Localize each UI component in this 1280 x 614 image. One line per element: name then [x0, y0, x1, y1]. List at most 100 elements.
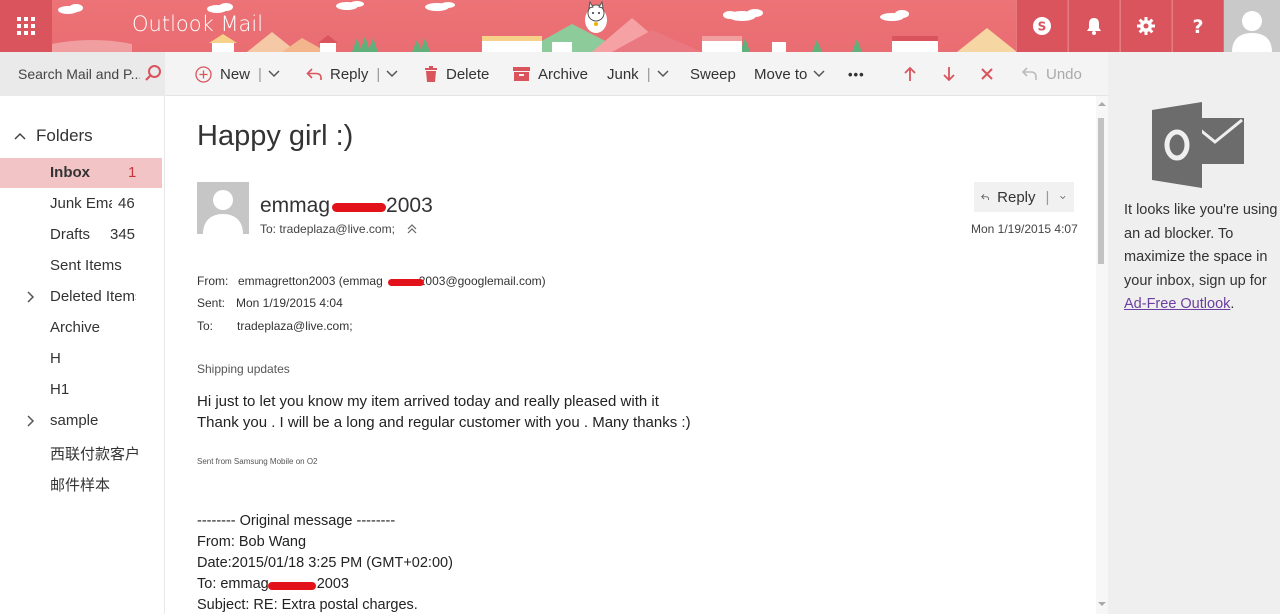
skype-icon: S	[1033, 17, 1051, 35]
arrow-up-icon	[904, 66, 916, 81]
redaction-mark	[268, 582, 316, 590]
folder-item-mail-samples[interactable]: 邮件样本	[0, 468, 162, 498]
folder-name: Archive	[50, 319, 101, 336]
search-icon[interactable]	[144, 64, 162, 82]
original-to-start: To: emmag	[197, 576, 269, 592]
chevron-down-icon[interactable]	[386, 70, 398, 78]
account-avatar-button[interactable]	[1224, 0, 1280, 52]
ad-blocker-text: It looks like you're using an ad blocker…	[1124, 202, 1278, 289]
original-from: From: Bob Wang	[197, 534, 307, 550]
reply-separator: |	[1045, 188, 1050, 206]
close-icon	[981, 68, 993, 80]
sweep-button[interactable]: Sweep	[690, 52, 736, 96]
folders-header[interactable]: Folders	[14, 126, 93, 146]
archive-icon	[513, 67, 530, 81]
previous-message-button[interactable]	[903, 52, 925, 96]
folder-item-junk[interactable]: Junk Ema 46	[0, 189, 162, 219]
scroll-up-arrow-icon[interactable]	[1097, 100, 1107, 108]
settings-button[interactable]	[1120, 0, 1171, 52]
folder-name: H1	[50, 381, 70, 398]
scrollbar-thumb[interactable]	[1098, 118, 1104, 264]
bell-icon	[1087, 18, 1101, 35]
chevron-down-icon[interactable]	[1060, 194, 1066, 201]
recipients-line: To: tradeplaza@live.com;	[260, 222, 395, 236]
sender-avatar	[197, 182, 249, 234]
folder-item-drafts[interactable]: Drafts 345	[0, 220, 162, 250]
reply-label: Reply	[330, 65, 369, 83]
chevron-right-icon[interactable]	[27, 415, 35, 427]
chevron-down-icon[interactable]	[268, 70, 280, 78]
search-box[interactable]: Search Mail and P...	[0, 52, 165, 96]
folder-item-h1[interactable]: H1	[0, 375, 162, 405]
toolbar-separator: |	[646, 65, 651, 83]
toolbar-separator: |	[258, 65, 262, 83]
body-line: Thank you . I will be a long and regular…	[197, 414, 691, 431]
chevron-up-icon	[14, 132, 26, 140]
notifications-button[interactable]	[1068, 0, 1119, 52]
folder-name: 邮件样本	[50, 477, 111, 494]
undo-label: Undo	[1046, 65, 1082, 83]
svg-text:S: S	[1038, 20, 1047, 34]
chevron-right-icon[interactable]	[27, 291, 35, 303]
move-to-label: Move to	[754, 65, 808, 83]
person-placeholder-icon	[203, 190, 243, 234]
redaction-mark	[388, 279, 424, 286]
sweep-label: Sweep	[690, 65, 736, 83]
app-title[interactable]: Outlook Mail	[132, 12, 263, 36]
scroll-down-arrow-icon[interactable]	[1097, 600, 1107, 608]
junk-button[interactable]: Junk |	[607, 52, 677, 96]
plus-circle-icon	[195, 65, 212, 83]
next-message-button[interactable]	[942, 52, 964, 96]
folder-name: Drafts	[50, 226, 91, 243]
expand-recipients-icon[interactable]	[407, 224, 417, 234]
app-launcher-button[interactable]	[0, 0, 52, 52]
folders-heading: Folders	[36, 126, 93, 145]
from-value-end: 2003@googlemail.com)	[418, 274, 546, 288]
sender-name-end: 2003	[386, 194, 433, 217]
original-date: Date:2015/01/18 3:25 PM (GMT+02:00)	[197, 555, 453, 571]
chevron-down-icon[interactable]	[657, 70, 669, 78]
original-to-end: 2003	[316, 576, 349, 592]
folder-count: 345	[110, 226, 136, 243]
folder-item-inbox[interactable]: Inbox 1	[0, 158, 162, 188]
message-date: Mon 1/19/2015 4:07	[971, 222, 1078, 236]
mobile-signature: Sent from Samsung Mobile on O2	[197, 457, 318, 466]
redaction-mark	[332, 203, 386, 212]
ad-pane: It looks like you're using an ad blocker…	[1108, 52, 1280, 614]
original-subject: Subject: RE: Extra postal charges.	[197, 597, 418, 613]
delete-button[interactable]: Delete	[424, 52, 489, 96]
close-message-button[interactable]	[980, 52, 1002, 96]
move-to-button[interactable]: Move to	[754, 52, 833, 96]
reading-pane: Happy girl :) emmag 2003 To: tradeplaza@l…	[166, 96, 1108, 614]
top-header: Outlook Mail S ?	[0, 0, 1280, 52]
folder-name: 西联付款客户	[50, 446, 141, 463]
folder-item-h[interactable]: H	[0, 344, 162, 374]
new-label: New	[220, 65, 251, 83]
folder-item-western-union-customers[interactable]: 西联付款客户	[0, 437, 162, 467]
more-actions-button[interactable]: •••	[848, 52, 865, 96]
junk-label: Junk	[607, 65, 639, 83]
undo-button[interactable]: Undo	[1022, 52, 1082, 96]
archive-label: Archive	[538, 65, 589, 83]
help-button[interactable]: ?	[1172, 0, 1223, 52]
more-actions-icon: •••	[848, 66, 865, 82]
search-input[interactable]: Search Mail and P...	[18, 66, 140, 82]
to-label: To:	[197, 319, 214, 333]
message-reply-button[interactable]: Reply |	[974, 182, 1074, 212]
sender-name-start: emmag	[260, 194, 331, 217]
ad-free-outlook-link[interactable]: Ad-Free Outlook	[1124, 296, 1230, 312]
folder-item-sample[interactable]: sample	[0, 406, 162, 436]
folder-name: sample	[50, 412, 99, 429]
new-button[interactable]: New |	[195, 52, 288, 96]
ad-text-suffix: .	[1230, 296, 1235, 312]
theme-banner: Outlook Mail	[52, 0, 1017, 52]
skype-button[interactable]: S	[1016, 0, 1067, 52]
reply-button[interactable]: Reply |	[306, 52, 406, 96]
unread-count-badge: 1	[128, 164, 137, 181]
folder-name: H	[50, 350, 61, 367]
folder-name: Sent Items	[50, 257, 122, 274]
folder-item-deleted[interactable]: Deleted Items	[0, 282, 162, 312]
archive-button[interactable]: Archive	[513, 52, 588, 96]
folder-item-sent[interactable]: Sent Items	[0, 251, 162, 281]
folder-item-archive[interactable]: Archive	[0, 313, 162, 343]
